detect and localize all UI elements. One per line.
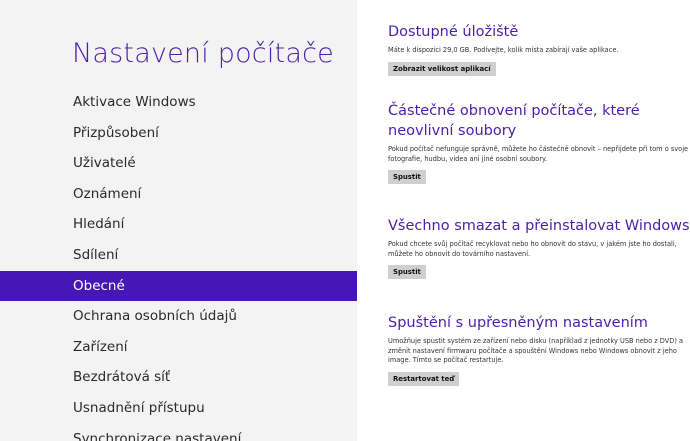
restart-now-button[interactable]: Restartovat teď — [388, 371, 460, 386]
storage-title: Dostupné úložiště — [388, 24, 519, 40]
settings-nav: Aktivace Windows Přizpůsobení Uživatelé … — [0, 87, 357, 441]
sidebar-item-activation[interactable]: Aktivace Windows — [0, 87, 357, 118]
reset-title: Všechno smazat a přeinstalovat Windows — [388, 218, 690, 234]
storage-description: Máte k dispozici 29,0 GB. Podívejte, kol… — [388, 46, 619, 54]
show-app-sizes-button[interactable]: Zobrazit velikost aplikací — [388, 61, 496, 76]
reset-start-button[interactable]: Spustit — [388, 265, 426, 280]
sidebar-item-ease-of-access[interactable]: Usnadnění přístupu — [0, 393, 357, 424]
sidebar-item-users[interactable]: Uživatelé — [0, 148, 357, 179]
sidebar-item-search[interactable]: Hledání — [0, 209, 357, 240]
sidebar-item-general[interactable]: Obecné — [0, 270, 357, 302]
sidebar-item-devices[interactable]: Zařízení — [0, 332, 357, 363]
sidebar-item-wireless[interactable]: Bezdrátová síť — [0, 362, 357, 393]
advanced-startup-section: Spuštění s upřesněným nastavením Umožňuj… — [388, 313, 690, 386]
refresh-start-button[interactable]: Spustit — [388, 170, 426, 185]
sidebar-item-privacy[interactable]: Ochrana osobních údajů — [0, 301, 357, 332]
sidebar-item-share[interactable]: Sdílení — [0, 240, 357, 271]
refresh-section: Částečné obnovení počítače, které neovli… — [388, 101, 690, 185]
sidebar-item-sync-settings[interactable]: Synchronizace nastavení — [0, 424, 357, 441]
sidebar: Nastavení počítače Aktivace Windows Přiz… — [0, 0, 357, 441]
sidebar-item-personalize[interactable]: Přizpůsobení — [0, 118, 357, 149]
advanced-startup-description: Umožňuje spustit systém ze zařízení nebo… — [388, 337, 684, 365]
refresh-title: Částečné obnovení počítače, které neovli… — [388, 103, 640, 139]
refresh-description: Pokud počítač nefunguje správně, můžete … — [388, 145, 689, 163]
storage-section: Dostupné úložiště Máte k dispozici 29,0 … — [388, 22, 690, 76]
reset-section: Všechno smazat a přeinstalovat Windows P… — [388, 216, 690, 280]
sidebar-item-notifications[interactable]: Oznámení — [0, 179, 357, 210]
page-title: Nastavení počítače — [72, 38, 334, 69]
reset-description: Pokud chcete svůj počítač recyklovat neb… — [388, 240, 677, 258]
advanced-startup-title: Spuštění s upřesněným nastavením — [388, 315, 648, 331]
